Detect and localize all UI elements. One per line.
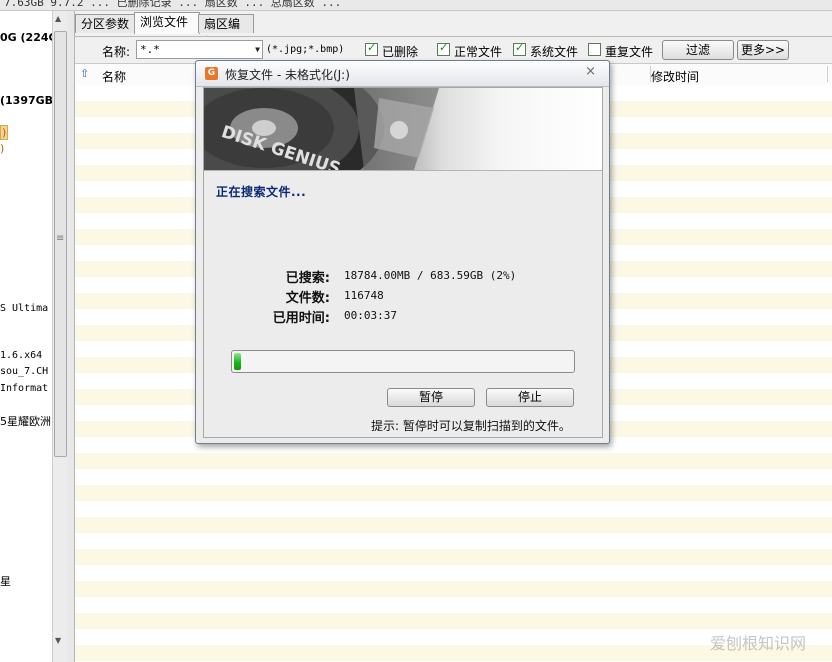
column-modified-time[interactable]: 修改时间 xyxy=(651,68,699,85)
tree-item[interactable]: 0G (224G) xyxy=(0,31,52,44)
scroll-down-icon[interactable]: ▼ xyxy=(55,636,61,645)
name-filter-value: *.* xyxy=(140,43,160,56)
tree-scroll-thumb[interactable] xyxy=(54,31,67,457)
elapsed-time-label: 已用时间: xyxy=(272,311,330,326)
panel-splitter[interactable] xyxy=(67,11,75,662)
stop-button[interactable]: 停止 xyxy=(486,388,574,407)
name-label: 名称: xyxy=(102,45,131,59)
filter-button[interactable]: 过滤 xyxy=(662,40,734,60)
name-filter-hint: (*.jpg;*.bmp) xyxy=(266,44,345,55)
top-status-text: 7.63GB 9.7.2 ... 已删除记录 ... 扇区数 ... 总扇区数 … xyxy=(4,0,342,9)
search-status: 正在搜索文件... xyxy=(216,185,307,199)
tree-item[interactable]: 5星耀欧洲 xyxy=(0,413,51,429)
grip-icon: ≡ xyxy=(56,233,65,244)
scroll-up-icon[interactable]: ▲ xyxy=(55,14,61,23)
scan-progress-fill xyxy=(234,353,241,370)
scan-progress-bar xyxy=(231,350,575,373)
checkmark-icon: ✓ xyxy=(515,41,525,54)
column-divider[interactable] xyxy=(827,66,828,82)
name-filter-combo[interactable]: *.* ▼ xyxy=(136,40,263,59)
hard-disk-graphic: DISK GENIUS xyxy=(204,88,439,170)
chevron-down-icon[interactable]: ▼ xyxy=(255,41,260,58)
tree-item[interactable]: S Ultima xyxy=(0,303,48,314)
searched-value: 18784.00MB / 683.59GB (2%) xyxy=(344,269,517,282)
diskgenius-app-icon: G xyxy=(205,67,218,80)
tab-partition-params[interactable]: 分区参数 xyxy=(75,14,141,33)
banner-divider xyxy=(204,170,602,171)
tab-sector-edit[interactable]: 扇区编辑 xyxy=(198,14,254,49)
dialog-title: 恢复文件 - 未格式化(J:) xyxy=(225,68,350,82)
tree-item[interactable]: 1.6.x64 xyxy=(0,350,42,361)
dialog-titlebar[interactable]: G 恢复文件 - 未格式化(J:) × xyxy=(196,61,609,87)
tree-item[interactable]: sou_7.CH xyxy=(0,366,48,377)
more-button[interactable]: 更多>> xyxy=(737,40,789,60)
tree-item[interactable]: 星 xyxy=(0,573,11,589)
site-watermark: 爱刨根知识网 xyxy=(709,634,806,653)
dialog-body: DISK GENIUS 正在搜索文件... 已搜索: 18784.00MB / … xyxy=(203,87,603,438)
file-count-label: 文件数: xyxy=(285,291,330,306)
checkmark-icon: ✓ xyxy=(439,41,449,54)
pause-button[interactable]: 暂停 xyxy=(387,388,475,407)
up-folder-icon[interactable]: ⇧ xyxy=(80,67,89,80)
partition-tree[interactable]: 0G (224G) (1397GB) ) ) S Ultima 1.6.x64 … xyxy=(0,11,53,662)
tree-item[interactable]: ) xyxy=(0,142,4,155)
tree-item-selected[interactable]: ) xyxy=(0,125,9,140)
pause-tip: 提示: 暂停时可以复制扫描到的文件。 xyxy=(371,419,571,433)
normal-files-label: 正常文件 xyxy=(454,45,503,59)
searched-label: 已搜索: xyxy=(285,271,330,286)
disk-genius-banner: DISK GENIUS xyxy=(204,88,602,170)
filter-bar: 名称: *.* ▼ (*.jpg;*.bmp) ✓ 已删除 ✓ 正常文件 ✓ 系… xyxy=(75,36,832,63)
tree-item[interactable]: (1397GB) xyxy=(0,94,52,107)
top-status-strip: 7.63GB 9.7.2 ... 已删除记录 ... 扇区数 ... 总扇区数 … xyxy=(0,0,832,11)
elapsed-time-value: 00:03:37 xyxy=(344,309,397,322)
deleted-label: 已删除 xyxy=(382,45,419,59)
system-files-label: 系统文件 xyxy=(530,45,579,59)
tab-browse-files[interactable]: 浏览文件 xyxy=(134,12,200,34)
duplicate-files-label: 重复文件 xyxy=(605,45,654,59)
checkmark-icon: ✓ xyxy=(367,41,377,54)
file-count-value: 116748 xyxy=(344,289,384,302)
tree-item[interactable]: Informat xyxy=(0,383,48,394)
recover-files-dialog: G 恢复文件 - 未格式化(J:) × DISK GENIUS 正在搜索文件..… xyxy=(195,60,610,444)
tree-scrollbar[interactable]: ▲ ≡ ▼ xyxy=(52,11,67,662)
close-icon[interactable]: × xyxy=(585,64,596,79)
column-name[interactable]: 名称 xyxy=(102,68,126,85)
